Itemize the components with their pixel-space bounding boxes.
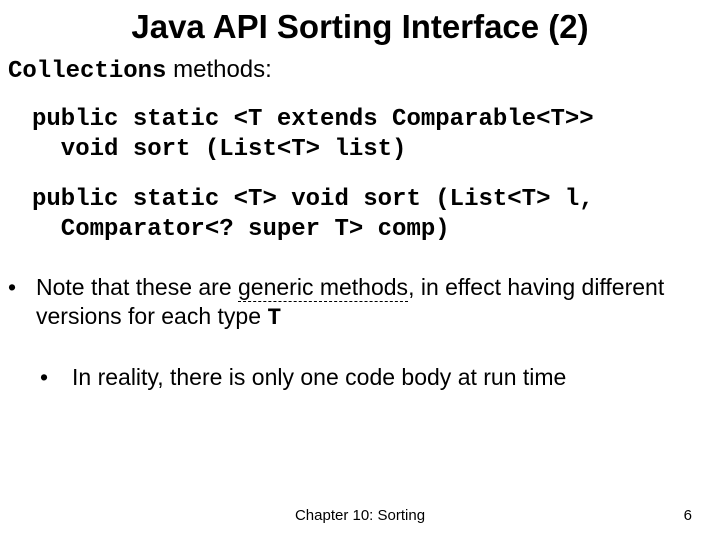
footer-page-number: 6 <box>684 507 692 524</box>
bullet-2: • In reality, there is only one code bod… <box>0 363 720 392</box>
bullet-1-underline: generic methods <box>238 274 408 302</box>
bullet-2-text: In reality, there is only one code body … <box>72 363 566 392</box>
bullet-marker: • <box>40 363 72 392</box>
bullet-1-text: Note that these are generic methods, in … <box>36 273 720 333</box>
bullet-1: • Note that these are generic methods, i… <box>0 273 720 333</box>
code-signature-1: public static <T extends Comparable<T>> … <box>0 105 720 165</box>
slide-title: Java API Sorting Interface (2) <box>0 0 720 46</box>
bullet-list: • Note that these are generic methods, i… <box>0 273 720 391</box>
subtitle: Collections methods: <box>0 46 720 85</box>
code-signature-2: public static <T> void sort (List<T> l, … <box>0 185 720 245</box>
bullet-marker: • <box>8 273 36 333</box>
bullet-1-part-a: Note that these are <box>36 274 238 300</box>
slide: Java API Sorting Interface (2) Collectio… <box>0 0 720 540</box>
subtitle-code: Collections <box>8 58 166 85</box>
subtitle-rest: methods: <box>166 56 271 83</box>
footer-chapter: Chapter 10: Sorting <box>0 507 720 524</box>
bullet-1-code: T <box>267 305 281 331</box>
